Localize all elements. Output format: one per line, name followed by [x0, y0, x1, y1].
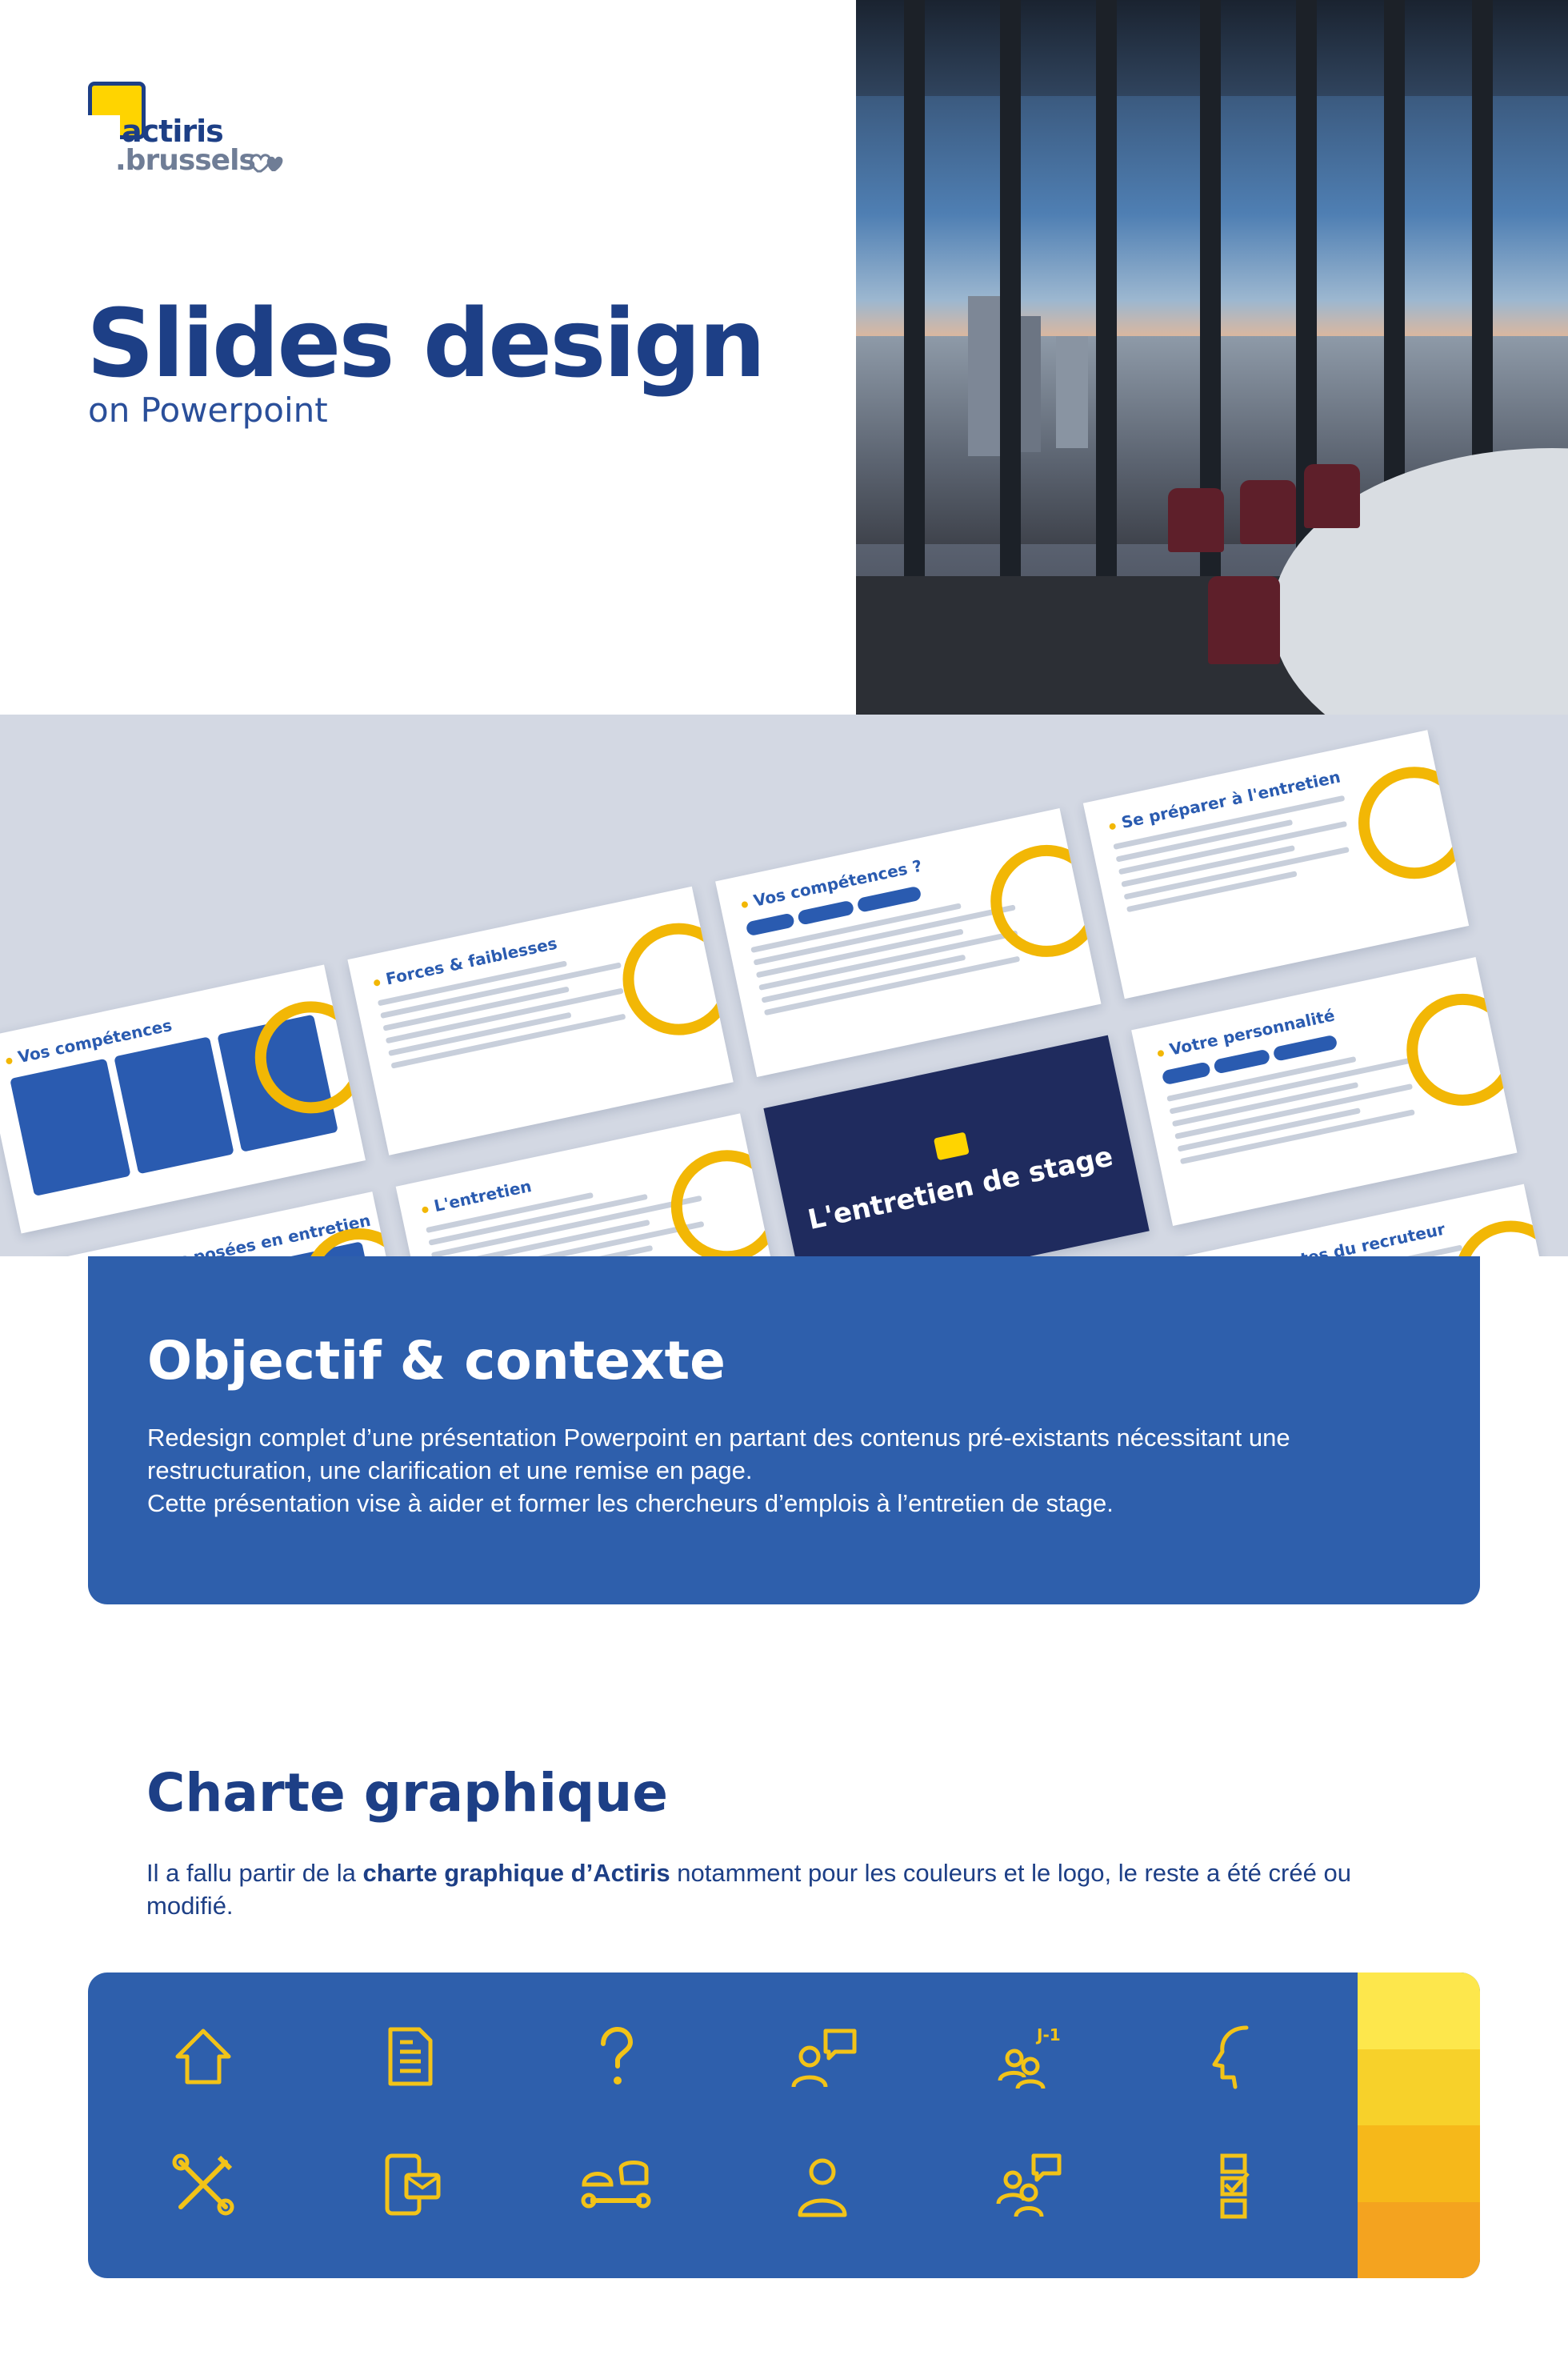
meeting-room-photo — [856, 0, 1568, 715]
slides-collage: Vos compétences Forces & faiblesses Vos co… — [0, 715, 1568, 1256]
objectif-title: Objectif & contexte — [147, 1330, 726, 1392]
phone-mail-icon — [362, 2141, 458, 2229]
j1-label: J-1 — [1035, 2025, 1061, 2045]
helmet-chef-wrench-icon — [568, 2141, 664, 2229]
hearts-icon — [250, 154, 283, 173]
slide-pill — [745, 912, 796, 937]
slide-pill — [1161, 1061, 1212, 1086]
person-chat-icon — [774, 2013, 870, 2101]
objectif-paragraph: Redesign complet d’une présentation Powe… — [147, 1424, 1290, 1484]
icon-palette: J-1 — [88, 1973, 1480, 2278]
icon-grid: J-1 — [88, 1973, 1358, 2278]
head-profile-icon — [1187, 2013, 1283, 2101]
group-chat-icon — [981, 2141, 1077, 2229]
question-icon — [568, 2013, 664, 2101]
document-icon — [362, 2013, 458, 2101]
objectif-section: Objectif & contexte Redesign complet d’u… — [88, 1256, 1480, 1604]
logo-line-brussels: .brussels — [115, 144, 256, 177]
chair — [1304, 464, 1360, 528]
chair — [1168, 488, 1224, 552]
slide-box — [113, 1036, 235, 1175]
slide-thumbnail: Vos compétences ? — [715, 808, 1102, 1078]
charte-text-bold: charte graphique d’Actiris — [362, 1859, 670, 1887]
slide-thumbnail: L'entretien de stage — [763, 1035, 1150, 1256]
person-icon — [774, 2141, 870, 2229]
slide-thumbnail: Forces & faiblesses — [347, 886, 734, 1155]
page-subtitle: on Powerpoint — [88, 390, 328, 430]
slide-logo — [933, 1131, 970, 1161]
slide-pill — [1213, 1048, 1271, 1075]
slide-thumbnail: Se préparer à l'entretien — [1082, 730, 1470, 999]
slide-thumbnail: Votre personnalité — [1131, 956, 1518, 1226]
hero-section: actiris .brussels Slides design on Power… — [0, 0, 1568, 715]
slide-title: Les questions posées en entretien — [52, 1211, 373, 1256]
charte-text: Il a fallu partir de la charte graphique… — [146, 1856, 1394, 1922]
charte-text-start: Il a fallu partir de la — [146, 1859, 363, 1887]
home-icon — [155, 2013, 251, 2101]
color-swatches — [1358, 1973, 1480, 2278]
checklist-icon — [1187, 2141, 1283, 2229]
slide-pill — [856, 885, 922, 913]
actiris-logo: actiris .brussels — [88, 82, 296, 178]
page-title: Slides design — [86, 288, 766, 399]
slide-text-line — [1118, 820, 1348, 875]
chair — [1240, 480, 1296, 544]
objectif-paragraph: Cette présentation vise à aider et forme… — [147, 1489, 1114, 1517]
swatch-orange — [1358, 2201, 1480, 2278]
slide-thumbnail: Vos compétences — [0, 964, 366, 1234]
slide-pill — [1272, 1034, 1338, 1062]
swatch-yellow-1 — [1358, 1973, 1480, 2049]
slides-grid: Vos compétences Forces & faiblesses Vos co… — [0, 715, 1568, 1256]
swatch-yellow-3 — [1358, 2125, 1480, 2202]
group-j1-icon: J-1 — [981, 2013, 1077, 2101]
charte-title: Charte graphique — [146, 1762, 668, 1824]
slide-pill — [797, 899, 855, 926]
swatch-yellow-2 — [1358, 2049, 1480, 2125]
objectif-text: Redesign complet d’une présentation Powe… — [147, 1421, 1395, 1520]
slide-box — [10, 1058, 131, 1196]
chair — [1208, 576, 1280, 664]
skyline-tower — [1056, 336, 1088, 448]
tools-icon — [155, 2141, 251, 2229]
